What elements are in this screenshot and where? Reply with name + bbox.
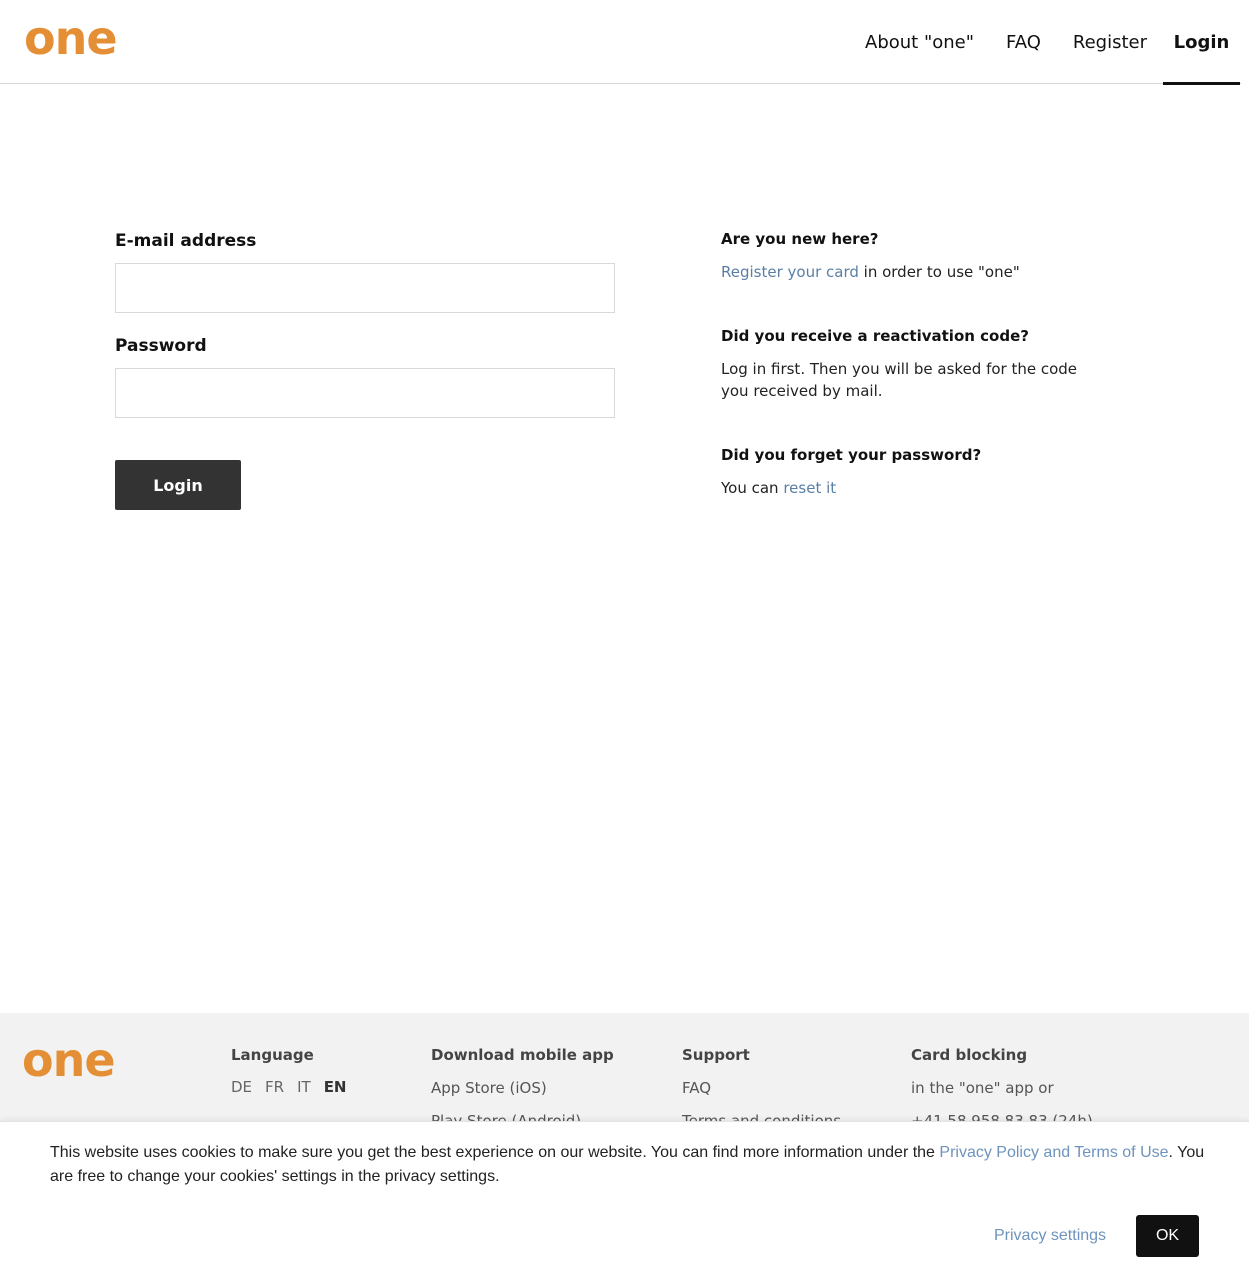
language-switcher: DE FR IT EN [231,1078,347,1096]
password-label: Password [115,336,207,356]
new-user-text: Register your card in order to use "one" [721,261,1101,283]
main-nav: About "one" FAQ Register Login [849,0,1241,85]
new-user-suffix: in order to use "one" [858,263,1020,281]
email-label: E-mail address [115,231,257,251]
nav-register[interactable]: Register [1057,0,1163,84]
forgot-password-text: You can reset it [721,477,1101,499]
forgot-password-block: Did you forget your password? You can re… [721,444,1101,499]
cookie-ok-button[interactable]: OK [1136,1215,1199,1257]
lang-en[interactable]: EN [324,1078,347,1096]
privacy-settings-link[interactable]: Privacy settings [994,1225,1106,1247]
reactivation-title: Did you receive a reactivation code? [721,327,1029,345]
nav-about[interactable]: About "one" [849,0,990,84]
new-user-block: Are you new here? Register your card in … [721,228,1101,283]
app-store-link[interactable]: App Store (iOS) [431,1078,614,1098]
card-blocking-text: in the "one" app or [911,1079,1054,1097]
forgot-password-prefix: You can [721,479,784,497]
lang-it[interactable]: IT [297,1078,311,1096]
cookie-text-before: This website uses cookies to make sure y… [50,1144,940,1161]
footer-language: Language DE FR IT EN [231,1045,347,1096]
cookie-banner: This website uses cookies to make sure y… [0,1121,1249,1277]
lang-fr[interactable]: FR [265,1078,284,1096]
site-header: one About "one" FAQ Register Login [0,0,1241,85]
reset-password-link[interactable]: reset it [783,479,836,497]
reactivation-block: Did you receive a reactivation code? Log… [721,325,1101,402]
footer-app: Download mobile app App Store (iOS) Play… [431,1045,614,1131]
footer-logo[interactable]: one [22,1035,116,1085]
app-title: Download mobile app [431,1046,614,1064]
nav-login[interactable]: Login [1163,0,1240,85]
brand-logo[interactable]: one [24,10,118,66]
nav-faq[interactable]: FAQ [990,0,1057,84]
support-faq-link[interactable]: FAQ [682,1078,841,1098]
new-user-title: Are you new here? [721,230,879,248]
password-field[interactable] [115,368,615,418]
footer-card-blocking: Card blocking in the "one" app or +41 58… [911,1045,1093,1131]
footer-support: Support FAQ Terms and conditions [682,1045,841,1131]
email-field[interactable] [115,263,615,313]
support-title: Support [682,1046,750,1064]
card-blocking-title: Card blocking [911,1046,1028,1064]
reactivation-text: Log in first. Then you will be asked for… [721,360,1078,400]
login-button[interactable]: Login [115,460,241,510]
lang-de[interactable]: DE [231,1078,252,1096]
cookie-text: This website uses cookies to make sure y… [50,1141,1210,1189]
privacy-policy-link[interactable]: Privacy Policy and Terms of Use [939,1144,1168,1161]
language-title: Language [231,1046,314,1064]
forgot-password-title: Did you forget your password? [721,446,982,464]
register-card-link[interactable]: Register your card [721,263,859,281]
